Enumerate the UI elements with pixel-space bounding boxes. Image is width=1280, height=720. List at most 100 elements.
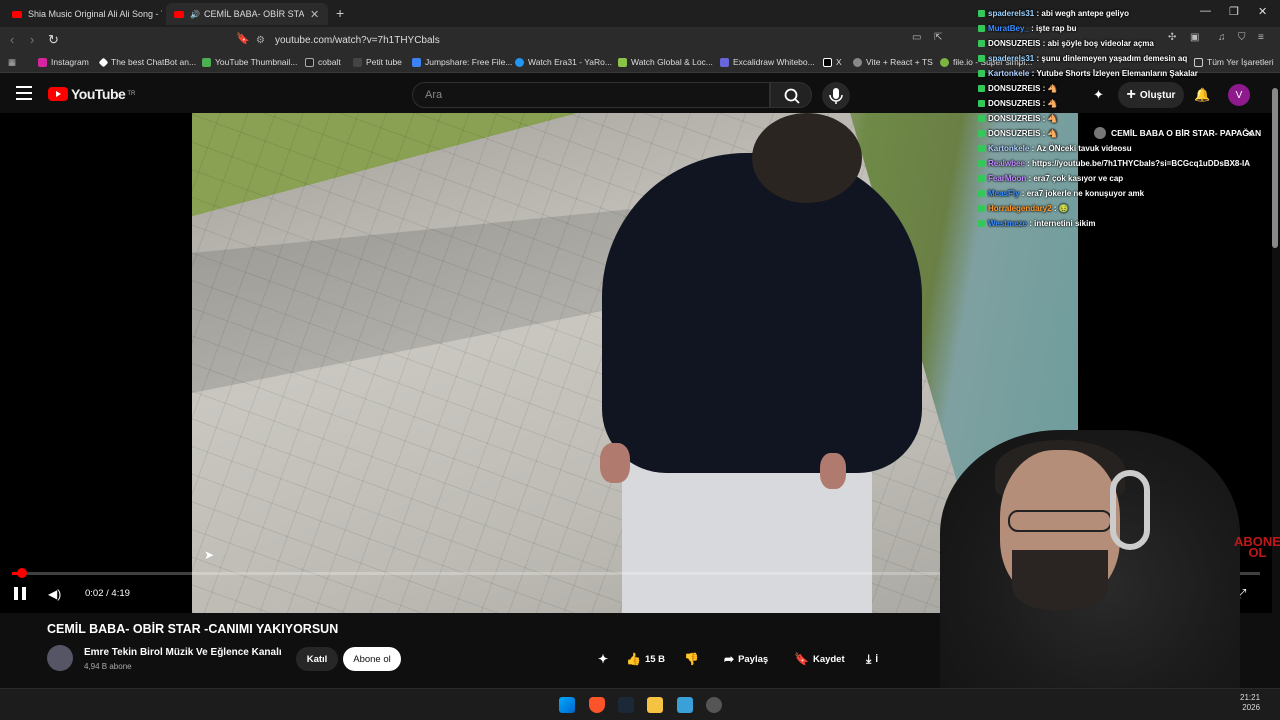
sparkle-icon: ✦ [598, 652, 609, 666]
menu-icon[interactable]: ≡ [1258, 32, 1264, 43]
chat-separator: : [1028, 23, 1037, 33]
app-icon[interactable] [677, 697, 693, 713]
address-bar[interactable]: ⚙ youtube.com/watch?v=7h1THYCbals [256, 30, 976, 50]
bookmark-item[interactable]: X [823, 57, 842, 67]
search-button[interactable] [770, 82, 812, 108]
chat-username: DONSUZREIS [988, 38, 1041, 48]
chat-message: Horralegendary2 : 🤢 [978, 201, 1069, 215]
share-arrow-icon: ➦ [724, 652, 735, 666]
share-button[interactable]: ➦ Paylaş [724, 647, 768, 671]
channel-avatar[interactable] [47, 645, 73, 671]
thumbs-up-icon: 👍 [626, 652, 641, 666]
brave-browser-icon[interactable] [589, 697, 605, 713]
chat-message: Realwbee : https://youtube.be/7h1THYCbal… [978, 156, 1250, 170]
cast-icon[interactable]: ▭ [912, 32, 921, 43]
bookmark-item[interactable]: Petit tube [353, 57, 402, 67]
share-label: Paylaş [738, 653, 769, 665]
youtube-logo[interactable]: YouTube TR [48, 86, 135, 102]
chat-badge-icon [978, 54, 985, 62]
browser-tab-active[interactable]: 🔊 CEMİL BABA- OBİR STAR -CAN ✕ [166, 3, 328, 25]
windows-start-icon[interactable] [559, 697, 575, 713]
notifications-bell-icon[interactable]: 🔔 [1194, 87, 1210, 103]
join-button[interactable]: Katıl [296, 647, 338, 671]
clock-time: 21:21 [1240, 693, 1261, 702]
voice-search-button[interactable] [822, 82, 850, 110]
browser-tab[interactable]: Shia Music Original Ali Ali Song - You [4, 3, 162, 25]
chat-message: DONSUZREIS : abi şöyle boş videolar açma [978, 36, 1154, 50]
new-tab-button[interactable]: + [336, 5, 344, 21]
youtube-favicon-icon [174, 10, 184, 18]
close-card-icon[interactable]: ✕ [1245, 127, 1254, 140]
chat-badge-icon [978, 69, 985, 77]
bookmark-item[interactable]: Watch Era31 - YaRo... [515, 57, 612, 67]
chat-message: MeasFly : era7 jokerle ne konuşuyor amk [978, 186, 1144, 200]
video-card-popup[interactable]: CEMİL BABA O BİR STAR- PAPAĞAN [1094, 127, 1261, 139]
avatar-letter: V [1235, 89, 1243, 101]
page-scrollbar[interactable] [1272, 88, 1278, 248]
sidebar-icon[interactable]: ▣ [1190, 32, 1199, 43]
chat-separator: : [1040, 98, 1048, 108]
chat-message: Westmeze : internetini sikim [978, 216, 1095, 230]
bookmark-item[interactable]: Jumpshare: Free File... [412, 57, 512, 67]
extension-action-button[interactable]: ✦ [598, 647, 612, 671]
site-info-icon[interactable]: ⚙ [256, 35, 265, 46]
subscribe-button[interactable]: Abone ol [343, 647, 401, 671]
chat-badge-icon [978, 99, 985, 107]
channel-name[interactable]: Emre Tekin Birol Müzik Ve Eğlence Kanalı [84, 647, 282, 658]
chat-badge-icon [978, 219, 985, 227]
bookmark-item[interactable]: YouTube Thumbnail... [202, 57, 297, 67]
minimize-icon[interactable]: — [1200, 5, 1211, 17]
chat-username: DONSUZREIS [988, 128, 1041, 138]
time-display: 0:02 / 4:19 [85, 588, 130, 599]
share-icon[interactable]: ⇱ [934, 32, 942, 43]
hamburger-menu-icon[interactable] [16, 86, 32, 100]
search-input[interactable]: Ara [412, 82, 770, 108]
card-avatar [1094, 127, 1106, 139]
close-tab-icon[interactable]: ✕ [310, 8, 319, 21]
back-icon[interactable]: ‹ [10, 32, 14, 47]
extensions-icon[interactable]: ✣ [1168, 32, 1176, 43]
bookmark-item[interactable]: Instagram [38, 57, 89, 67]
bookmark-item[interactable]: Watch Global & Loc... [618, 57, 713, 67]
bookmark-item[interactable]: Excalidraw Whitebo... [720, 57, 815, 67]
chat-username: MeasFly [988, 188, 1020, 198]
chat-badge-icon [978, 24, 985, 32]
download-button[interactable]: ⤓ İ [866, 647, 878, 671]
volume-icon[interactable]: ◀) [48, 587, 61, 601]
chat-message: FearMoon : era7 çok kasıyor ve cap [978, 171, 1123, 185]
taskbar-clock[interactable]: 21:21 2026 [1240, 693, 1260, 713]
bookmark-item[interactable]: Vite + React + TS [853, 57, 933, 67]
save-icon: 🔖 [794, 652, 809, 666]
chat-message: Kartonkele : Yutube Shorts İzleyen Elema… [978, 66, 1198, 80]
music-icon[interactable]: ♫ [1218, 32, 1226, 43]
dislike-button[interactable]: 👎 [684, 647, 703, 671]
chat-text: https://youtube.be/7h1THYCbals?si=BCGcq1… [1032, 158, 1251, 168]
restore-icon[interactable]: ❐ [1229, 5, 1239, 18]
obs-icon[interactable] [706, 697, 722, 713]
tab-label: Shia Music Original Ali Ali Song - You [28, 9, 162, 19]
extension-icon[interactable]: ✦ [1093, 87, 1104, 103]
like-button[interactable]: 👍 15 B [626, 647, 665, 671]
close-window-icon[interactable]: ✕ [1258, 5, 1267, 18]
save-button[interactable]: 🔖 Kaydet [794, 647, 845, 671]
file-explorer-icon[interactable] [647, 697, 663, 713]
bookmark-item[interactable]: The best ChatBot an... [98, 57, 196, 67]
apps-icon[interactable]: ▦ [8, 57, 16, 68]
progress-scrubber[interactable] [16, 568, 27, 578]
all-bookmarks-folder[interactable]: Tüm Yer İşaretleri [1194, 57, 1274, 67]
chat-separator: : [1040, 38, 1048, 48]
pause-button[interactable] [14, 587, 28, 600]
forward-icon[interactable]: › [30, 32, 34, 47]
steam-icon[interactable] [618, 697, 634, 713]
reload-icon[interactable]: ↻ [48, 32, 59, 48]
shield-icon[interactable]: ⛉ [1238, 32, 1246, 43]
chat-username: DONSUZREIS [988, 83, 1041, 93]
avatar[interactable]: V [1228, 84, 1250, 106]
download-label: İ [875, 653, 878, 665]
bookmark-icon[interactable]: 🔖 [236, 32, 250, 45]
create-button[interactable]: + Oluştur [1118, 82, 1184, 108]
chat-username: DONSUZREIS [988, 113, 1041, 123]
bookmark-item[interactable]: cobalt [305, 57, 341, 67]
chat-text: 🐴 [1047, 98, 1058, 108]
chat-message: DONSUZREIS : 🐴 [978, 81, 1058, 95]
